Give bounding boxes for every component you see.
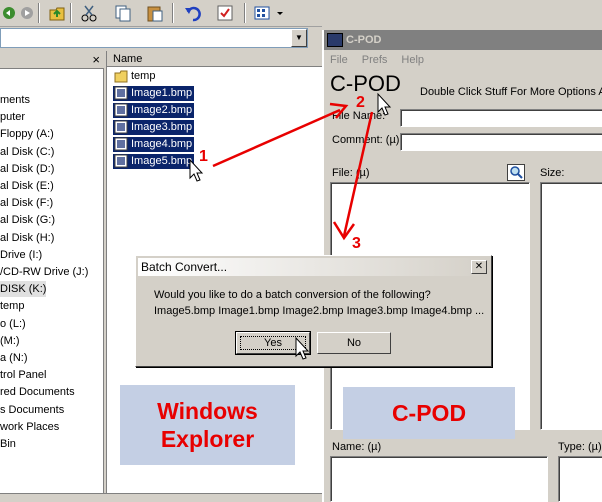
annotation-overlay (189, 92, 392, 360)
step-3-marker: 3 (352, 235, 361, 252)
arrow-2-to-3 (332, 111, 374, 241)
arrow-1-to-2 (212, 102, 349, 168)
step-2-marker: 2 (356, 94, 365, 111)
cursor-at-yes-button (295, 336, 310, 360)
cursor-at-cpod-logo (377, 92, 392, 116)
step-1-marker: 1 (199, 148, 208, 165)
